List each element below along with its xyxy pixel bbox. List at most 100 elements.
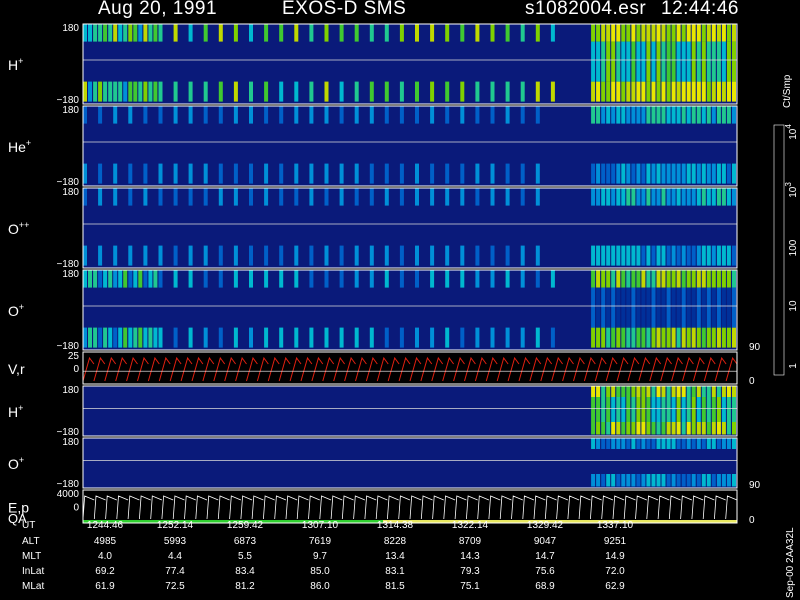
ytick-top-h-plus-2: 180 [62, 385, 79, 396]
pixel-he-plus [616, 163, 621, 184]
pixel-he-plus [686, 106, 691, 124]
pixel-o-plusplus [706, 245, 711, 266]
pixel-o-plusplus [384, 188, 389, 206]
pixel-o-plus [621, 327, 626, 348]
pixel-mid-o-plus [691, 287, 696, 328]
panel-label-o-plusplus: O++ [8, 220, 29, 237]
pixel-h-plus-2 [631, 386, 636, 397]
pixel-he-plus [249, 163, 253, 184]
cell-mlat: 62.9 [605, 581, 625, 592]
pixel-o-plusplus [324, 245, 329, 266]
pixel-he-plus [656, 106, 661, 124]
pixel-he-plus [701, 163, 706, 184]
pixel-he-plus [591, 106, 596, 124]
pixel-mid-h-plus [716, 41, 721, 82]
pixel-mid-h-plus-2 [626, 397, 631, 422]
pixel-o-plus [475, 327, 480, 348]
pixel-o-plusplus [354, 245, 359, 266]
pixel-mid-o-plus [701, 287, 706, 328]
pixel-o-plusplus [535, 245, 540, 266]
pixel-he-plus [666, 163, 671, 184]
pixel-he-plus [732, 163, 736, 184]
panel-he-plus [82, 105, 738, 187]
pixel-he-plus [203, 106, 208, 124]
pixel-he-plus [505, 106, 510, 124]
pixel-o-plus [203, 270, 208, 288]
pixel-he-plus [611, 163, 616, 184]
cell-mlt: 14.9 [605, 551, 625, 562]
pixel-mid-o-plus [626, 287, 631, 328]
pixel-he-plus [631, 163, 636, 184]
pixel-o-plusplus [701, 188, 706, 206]
pixel-o-plus [596, 327, 601, 348]
pixel-o-plus [93, 270, 98, 288]
pixel-h-plus [93, 24, 98, 42]
cell-inlat: 77.4 [165, 566, 185, 577]
pixel-h-plus [153, 24, 158, 42]
pixel-o-plus [621, 270, 626, 288]
pixel-h-plus [520, 24, 525, 42]
pixel-he-plus [475, 163, 480, 184]
pixel-h-plus [108, 81, 113, 102]
pixel-h-plus-2 [646, 422, 651, 435]
pixel-o-plusplus [666, 245, 671, 266]
pixel-o-plus-2 [706, 438, 711, 449]
pixel-o-plus-2 [646, 474, 651, 487]
pixel-he-plus [475, 106, 480, 124]
pixel-h-plus [203, 81, 208, 102]
pixel-o-plus [294, 327, 299, 348]
pixel-o-plus [339, 270, 344, 288]
pixel-o-plus [696, 270, 701, 288]
pixel-o-plusplus [264, 245, 269, 266]
pixel-h-plus-2 [621, 386, 626, 397]
pixel-h-plus-2 [726, 386, 731, 397]
pixel-mid-o-plus [661, 287, 666, 328]
pixel-mid-o-plus [726, 287, 731, 328]
pixel-o-plus [646, 327, 651, 348]
pixel-h-plus [460, 81, 465, 102]
pixel-he-plus [671, 106, 676, 124]
ytick-top-o-plus-2: 180 [62, 437, 79, 448]
pixel-h-plus [445, 81, 450, 102]
pixel-he-plus [384, 163, 389, 184]
pixel-o-plusplus [641, 245, 646, 266]
row-label-mlt: MLT [22, 551, 42, 562]
pixel-h-plus [681, 24, 686, 42]
pixel-h-plus [606, 81, 611, 102]
pixel-o-plusplus [339, 188, 344, 206]
pixel-h-plus [108, 24, 113, 42]
pixel-he-plus [279, 163, 284, 184]
spectrogram-chart: H+180−180He+180−180O++180−180O+180−180 90… [8, 23, 799, 526]
pixel-o-plusplus [218, 245, 223, 266]
pixel-h-plus [118, 81, 123, 102]
pixel-o-plusplus [520, 188, 525, 206]
pixel-h-plus-2 [696, 386, 701, 397]
pixel-o-plusplus [601, 188, 606, 206]
pixel-he-plus [601, 163, 606, 184]
pixel-he-plus [661, 106, 666, 124]
pixel-o-plus [616, 327, 621, 348]
ytick-top-o-plus: 180 [62, 269, 79, 280]
pixel-he-plus [606, 106, 611, 124]
pixel-he-plus [646, 106, 651, 124]
pixel-h-plus [445, 24, 450, 42]
pixel-h-plus [666, 24, 671, 42]
pixel-h-plus [706, 81, 711, 102]
pixel-h-plus-2 [616, 422, 621, 435]
pixel-he-plus [173, 106, 178, 124]
pixel-o-plusplus [616, 188, 621, 206]
pixel-o-plusplus [173, 188, 178, 206]
pixel-o-plusplus [505, 245, 510, 266]
pixel-o-plus [430, 327, 435, 348]
pixel-he-plus [264, 163, 269, 184]
pixel-o-plus-2 [591, 474, 596, 487]
pixel-o-plusplus [691, 245, 696, 266]
pixel-o-plus [279, 327, 284, 348]
pixel-h-plus [686, 24, 691, 42]
pixel-mid-o-plus [716, 287, 721, 328]
pixel-h-plus [636, 81, 641, 102]
pixel-h-plus-2 [732, 422, 736, 435]
pixel-h-plus [294, 24, 299, 42]
pixel-he-plus [666, 106, 671, 124]
pixel-h-plus [113, 81, 118, 102]
